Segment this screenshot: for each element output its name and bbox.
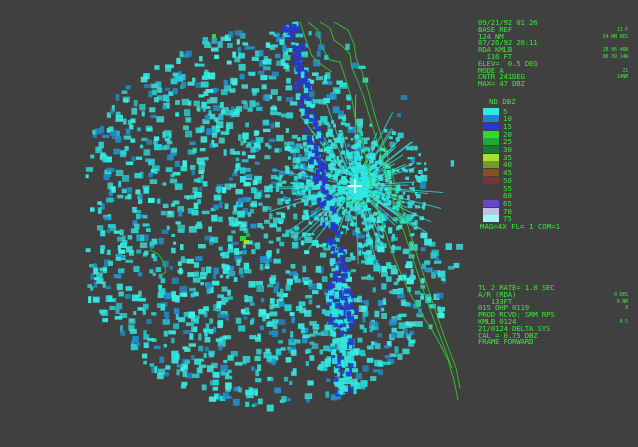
status-info-panel: TL 2 RATE= 1.0 SEC A/R (RDA) 0 DEG 133FT 0 … (478, 284, 629, 347)
info-line-value: 28 06 46N (602, 47, 628, 54)
legend-swatch (483, 176, 499, 184)
legend-swatch (483, 107, 499, 115)
legend-label: 65 (503, 198, 512, 208)
status-line-value: 8 (625, 305, 628, 312)
legend-swatch (483, 169, 499, 177)
reflectivity-echo-field (85, 21, 464, 412)
magnification-status: MAG=4X FL= 1 COM=1 (480, 222, 561, 231)
legend-swatch (483, 122, 499, 130)
info-line: MAX= 47 DBZ (478, 79, 628, 89)
status-line-text: FRAME FORWARD (478, 337, 534, 347)
legend-swatch (483, 115, 499, 123)
info-line-value: 14NM (616, 74, 628, 81)
info-line-value: 80 39 14W (602, 53, 628, 60)
legend-label: 30 (503, 145, 512, 154)
legend-label: 15 (503, 121, 512, 131)
info-line-value: 13 P (616, 26, 628, 33)
product-info-panel: 09/21/92 01 26 BASE REF 13 P 124 NM 54 NM RE… (478, 19, 628, 89)
legend-swatch (483, 199, 499, 207)
status-line: FRAME FORWARD (478, 337, 628, 347)
legend-swatch (483, 185, 499, 192)
legend-swatch (483, 207, 499, 215)
legend-swatch (483, 161, 499, 169)
info-line-value: 54 NM RES (602, 33, 628, 40)
legend-swatch (483, 130, 499, 138)
legend-title: ND DBZ (489, 97, 516, 106)
legend-swatch (483, 138, 499, 146)
legend-swatch (483, 153, 499, 161)
legend-swatch (483, 192, 499, 199)
status-line-value: 0 DEG (613, 291, 628, 298)
legend-label: 50 (503, 175, 512, 185)
info-line-text: MAX= 47 DBZ (478, 79, 525, 89)
info-line-value: 21 (622, 67, 628, 74)
legend-swatch (483, 146, 499, 153)
status-line-value: 0 NM (616, 298, 628, 305)
status-line-value: 0.5 (619, 318, 629, 325)
